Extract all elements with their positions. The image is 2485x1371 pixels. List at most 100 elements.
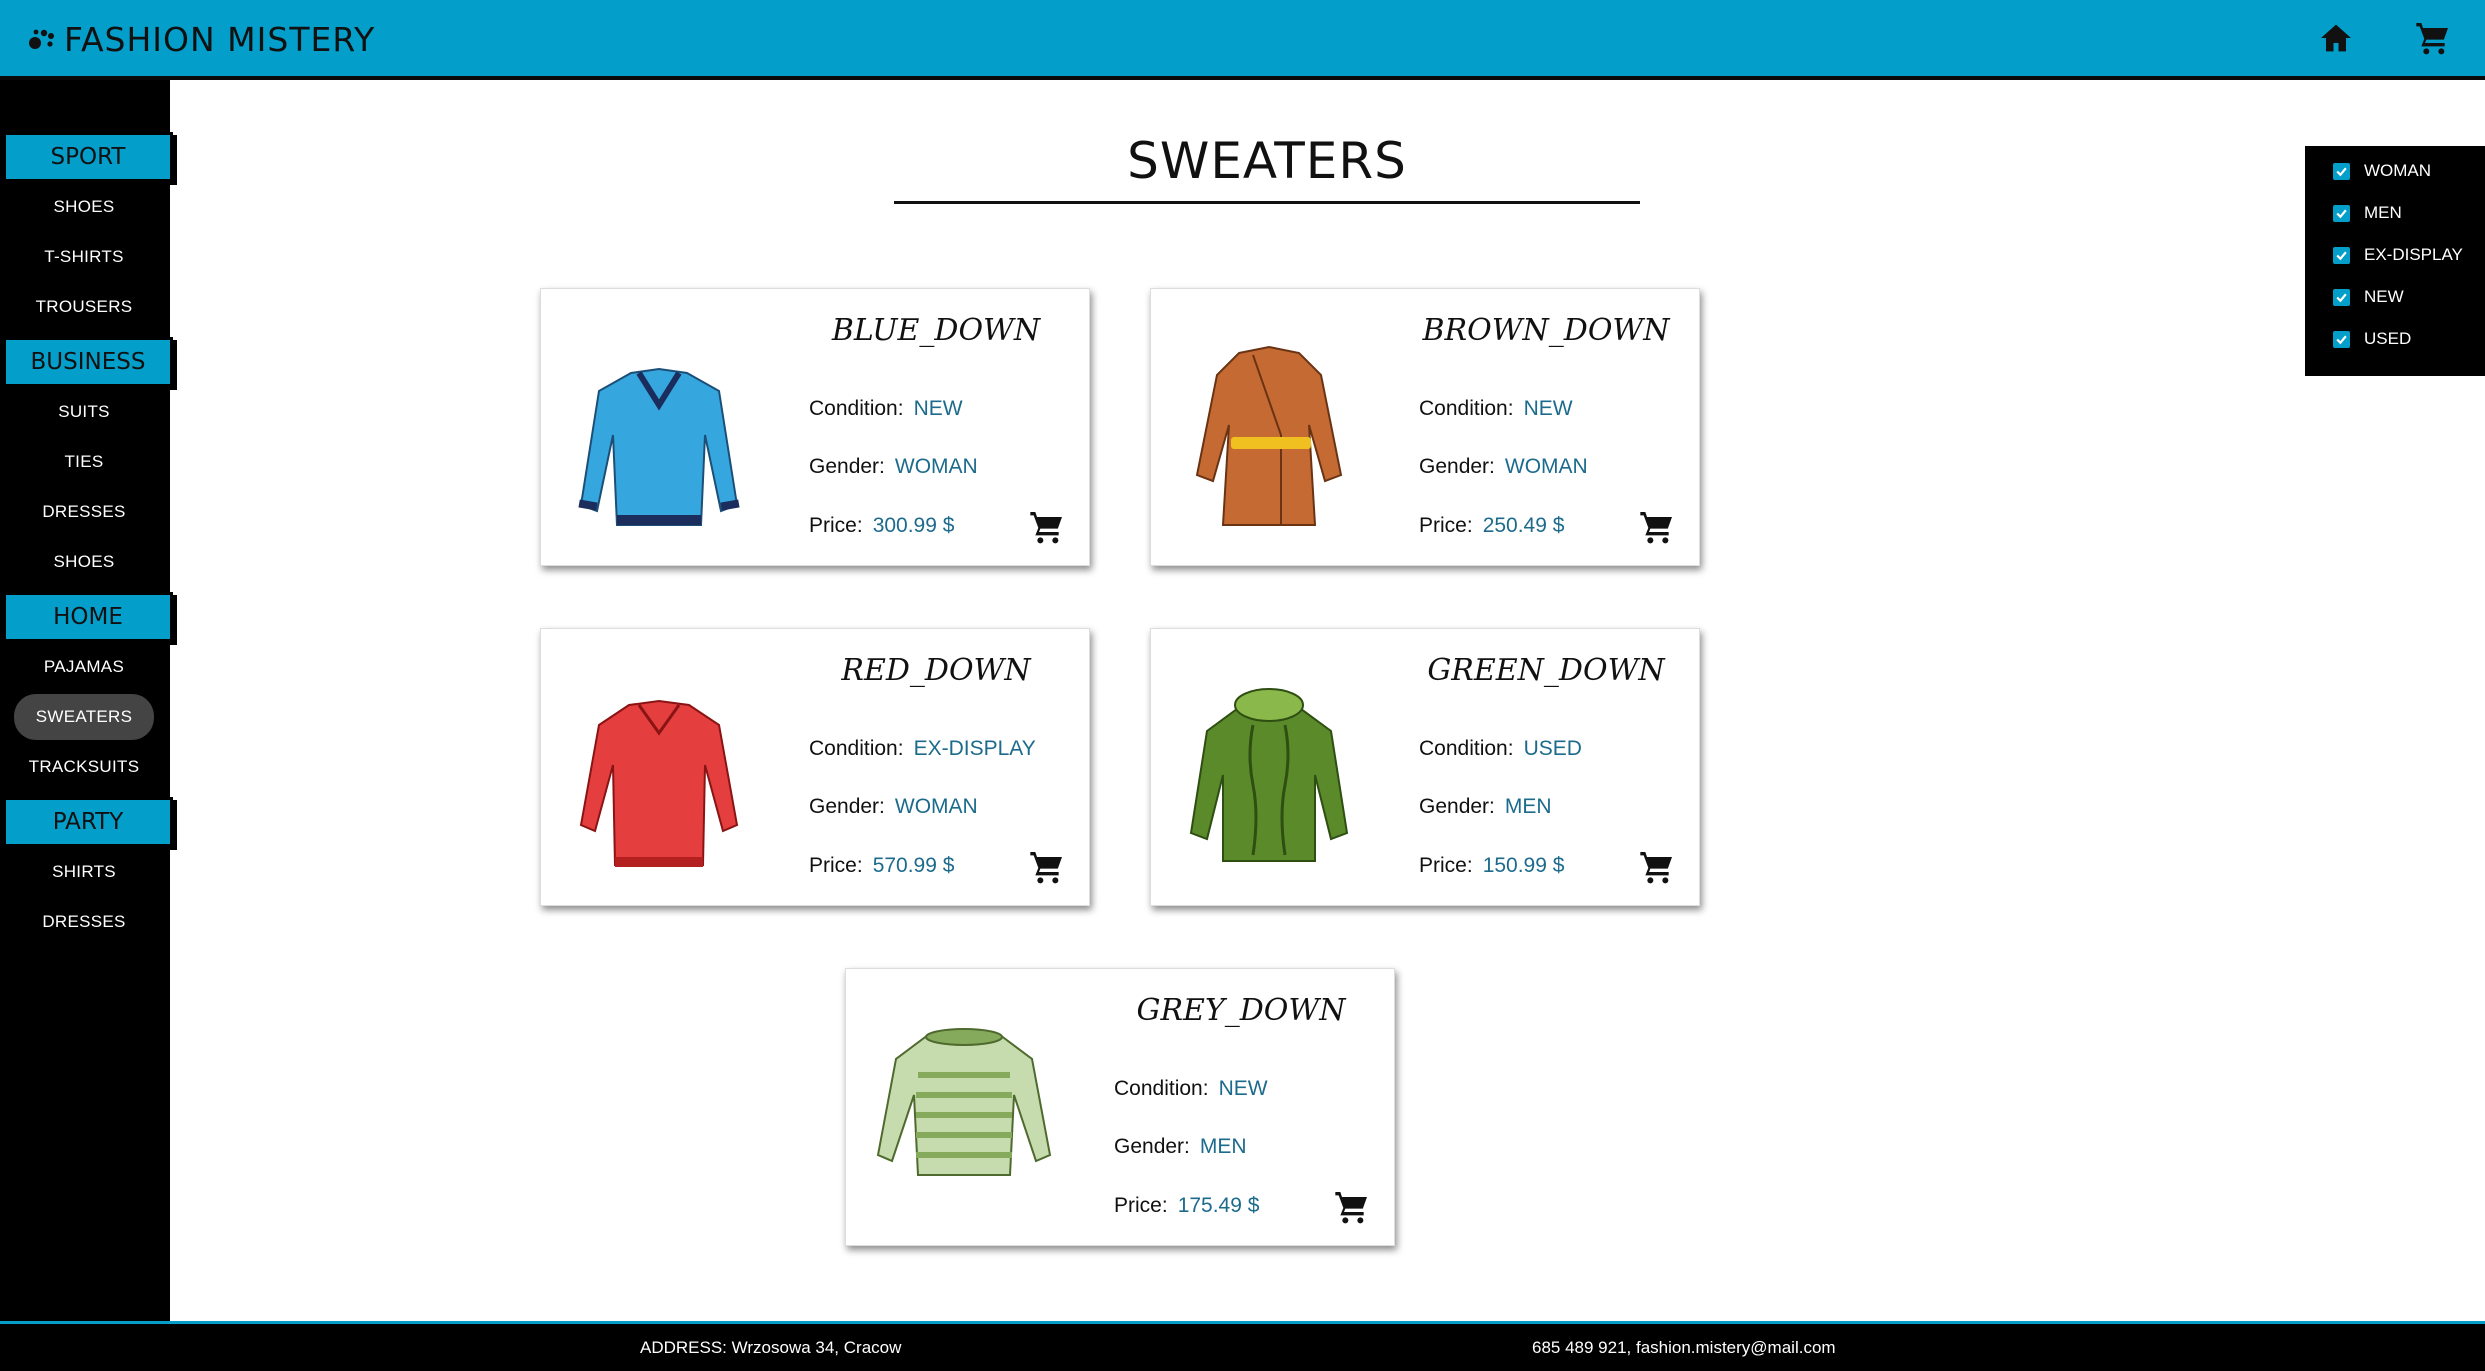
condition-row: Condition: NEW (809, 397, 963, 421)
product-card[interactable]: GREEN_DOWN Condition: USED Gender: MEN Pri… (1150, 628, 1700, 906)
gender-value: WOMAN (894, 795, 978, 818)
filter-label: USED (2364, 329, 2412, 348)
condition-value: USED (1523, 737, 1582, 760)
sidebar-item-shoes[interactable]: SHOES (14, 184, 154, 230)
condition-row: Condition: NEW (1114, 1077, 1268, 1101)
sidebar-item-ties[interactable]: TIES (14, 439, 154, 485)
page-title: SWEATERS (1127, 132, 1407, 190)
top-header: FASHION MISTERY (0, 0, 2485, 80)
price-label: Price: (1419, 854, 1473, 877)
add-to-cart-button[interactable] (1027, 847, 1067, 887)
condition-label: Condition: (1419, 737, 1514, 760)
price-value: 300.99 $ (872, 514, 955, 537)
category-sport[interactable]: SPORT (3, 132, 173, 182)
price-label: Price: (809, 854, 863, 877)
sidebar-item-pajamas[interactable]: PAJAMAS (14, 644, 154, 690)
price-value: 175.49 $ (1177, 1194, 1260, 1217)
cart-icon (1030, 852, 1062, 884)
cart-icon (1640, 512, 1672, 544)
filter-label: WOMAN (2364, 161, 2432, 180)
filter-men[interactable]: MEN (2333, 198, 2402, 228)
add-to-cart-button[interactable] (1027, 507, 1067, 547)
checkbox-icon[interactable] (2333, 204, 2350, 222)
filter-label: MEN (2364, 203, 2402, 222)
product-card[interactable]: RED_DOWN Condition: EX-DISPLAY Gender: WOM… (540, 628, 1090, 906)
gender-row: Gender: MEN (1114, 1135, 1247, 1159)
category-party[interactable]: PARTY (3, 797, 173, 847)
cart-icon (1335, 1192, 1367, 1224)
sidebar-item-tracksuits[interactable]: TRACKSUITS (14, 744, 154, 790)
sidebar-item-t-shirts[interactable]: T-SHIRTS (14, 234, 154, 280)
price-value: 250.49 $ (1482, 514, 1565, 537)
product-name: RED_DOWN (841, 653, 1031, 688)
condition-value: EX-DISPLAY (913, 737, 1036, 760)
sidebar-item-suits[interactable]: SUITS (14, 389, 154, 435)
add-to-cart-button[interactable] (1332, 1187, 1372, 1227)
condition-label: Condition: (809, 397, 904, 420)
condition-row: Condition: EX-DISPLAY (809, 737, 1036, 761)
paw-icon (29, 29, 54, 49)
filter-label: NEW (2364, 287, 2404, 306)
sidebar-item-trousers[interactable]: TROUSERS (14, 284, 154, 330)
gender-row: Gender: MEN (1419, 795, 1552, 819)
gender-label: Gender: (809, 795, 885, 818)
sidebar-item-shirts[interactable]: SHIRTS (14, 849, 154, 895)
red-dress-image (559, 665, 759, 875)
filter-ex-display[interactable]: EX-DISPLAY (2333, 240, 2463, 270)
add-to-cart-button[interactable] (1637, 507, 1677, 547)
cart-icon (1030, 512, 1062, 544)
sidebar-item-dresses[interactable]: DRESSES (14, 489, 154, 535)
price-label: Price: (1419, 514, 1473, 537)
filter-panel: WOMAN MEN EX-DISPLAY NEW USED (2305, 146, 2485, 376)
header-cart-button[interactable] (2413, 18, 2453, 58)
filter-label: EX-DISPLAY (2364, 245, 2463, 264)
gender-row: Gender: WOMAN (1419, 455, 1588, 479)
striped-sweater-image (864, 1005, 1064, 1215)
condition-row: Condition: USED (1419, 737, 1582, 761)
condition-value: NEW (1218, 1077, 1268, 1100)
product-card[interactable]: BROWN_DOWN Condition: NEW Gender: WOMAN Pr… (1150, 288, 1700, 566)
category-business[interactable]: BUSINESS (3, 337, 173, 387)
checkbox-icon[interactable] (2333, 288, 2350, 306)
price-value: 150.99 $ (1482, 854, 1565, 877)
page-footer: ADDRESS: Wrzosowa 34, Cracow 685 489 921… (0, 1321, 2485, 1371)
footer-contact: 685 489 921, fashion.mistery@mail.com (1532, 1338, 1836, 1357)
cart-icon (1640, 852, 1672, 884)
filter-new[interactable]: NEW (2333, 282, 2404, 312)
gender-value: MEN (1199, 1135, 1247, 1158)
gender-label: Gender: (809, 455, 885, 478)
checkbox-icon[interactable] (2333, 246, 2350, 264)
cart-icon (2416, 23, 2448, 55)
gender-label: Gender: (1419, 455, 1495, 478)
product-name: BLUE_DOWN (831, 313, 1041, 348)
price-row: Price: 175.49 $ (1114, 1194, 1259, 1218)
gender-label: Gender: (1114, 1135, 1190, 1158)
green-sweater-image (1169, 665, 1369, 875)
checkbox-icon[interactable] (2333, 162, 2350, 180)
product-card[interactable]: GREY_DOWN Condition: NEW Gender: MEN Price… (845, 968, 1395, 1246)
add-to-cart-button[interactable] (1637, 847, 1677, 887)
gender-row: Gender: WOMAN (809, 795, 978, 819)
home-button[interactable] (2316, 18, 2356, 58)
condition-label: Condition: (809, 737, 904, 760)
condition-value: NEW (1523, 397, 1573, 420)
checkbox-icon[interactable] (2333, 330, 2350, 348)
sidebar-item-party-dresses[interactable]: DRESSES (14, 899, 154, 945)
condition-row: Condition: NEW (1419, 397, 1573, 421)
sidebar-item-business-shoes[interactable]: SHOES (14, 539, 154, 585)
gender-value: WOMAN (1504, 455, 1588, 478)
sidebar-item-sweaters[interactable]: SWEATERS (14, 694, 154, 740)
price-value: 570.99 $ (872, 854, 955, 877)
price-label: Price: (809, 514, 863, 537)
product-card[interactable]: BLUE_DOWN Condition: NEW Gender: WOMAN Pri… (540, 288, 1090, 566)
blue-sweater-image (559, 325, 759, 535)
home-icon (2321, 24, 2351, 52)
price-label: Price: (1114, 1194, 1168, 1217)
price-row: Price: 570.99 $ (809, 854, 954, 878)
filter-woman[interactable]: WOMAN (2333, 156, 2431, 186)
filter-used[interactable]: USED (2333, 324, 2411, 354)
category-home[interactable]: HOME (3, 592, 173, 642)
brand-name: FASHION MISTERY (64, 19, 376, 59)
brand-logo[interactable]: FASHION MISTERY (26, 14, 375, 64)
product-name: GREEN_DOWN (1427, 653, 1665, 688)
